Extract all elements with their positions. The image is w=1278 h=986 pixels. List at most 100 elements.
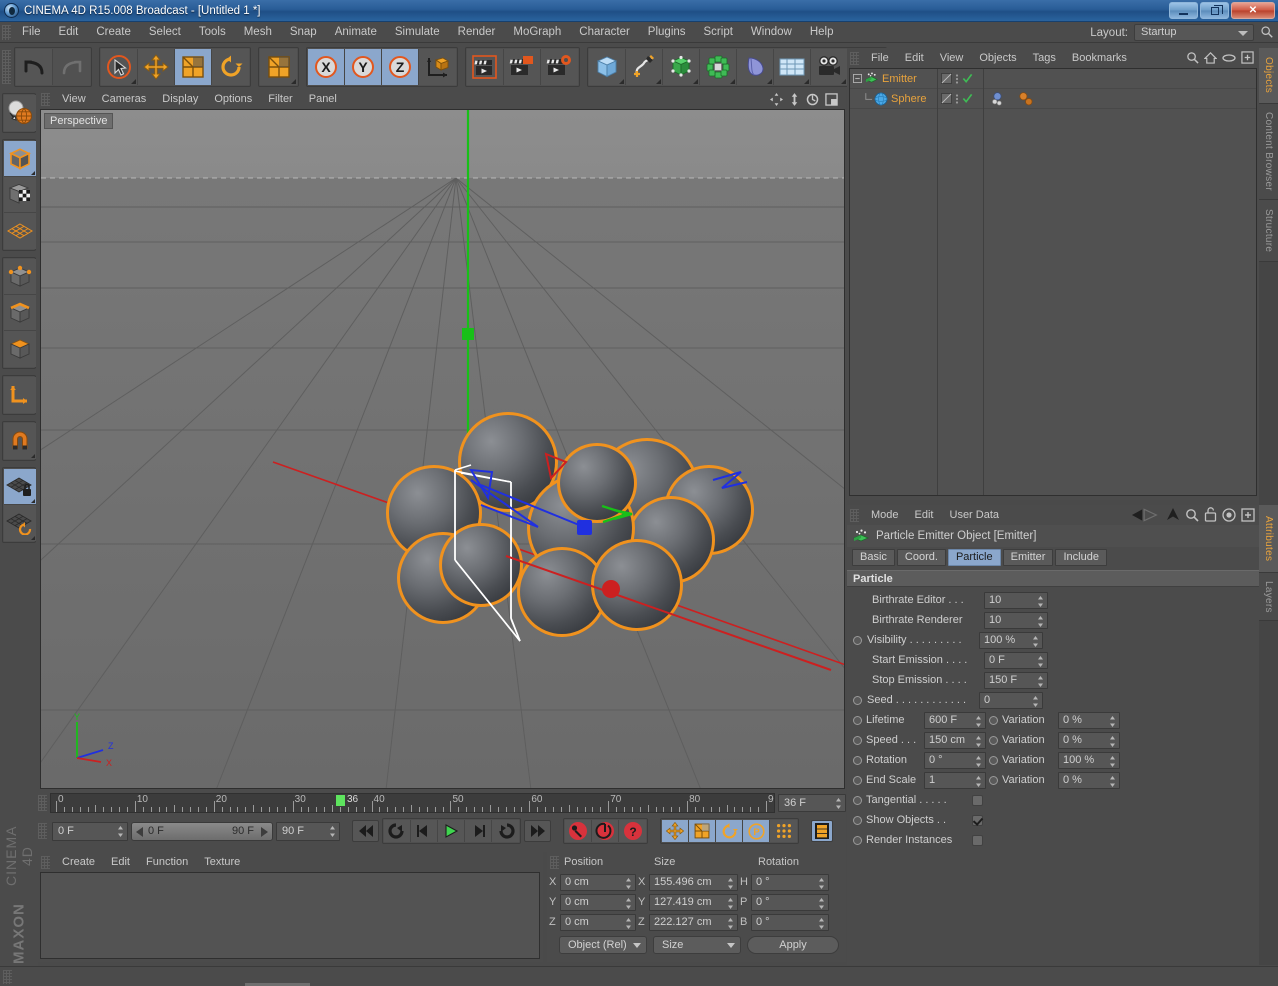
keyframe-dot-icon[interactable]: [853, 695, 862, 705]
layout-dropdown[interactable]: Startup: [1134, 24, 1254, 41]
back-arrow-icon[interactable]: [1131, 507, 1161, 522]
visibility-toggle-icon[interactable]: [941, 73, 952, 84]
move-tool[interactable]: [138, 48, 175, 85]
menu-window[interactable]: Window: [742, 22, 801, 43]
spinner-icon[interactable]: [1037, 615, 1044, 628]
spinner-icon[interactable]: [818, 897, 825, 910]
object-tag-area[interactable]: [984, 69, 1256, 495]
timeline-playhead[interactable]: [336, 795, 345, 806]
toolbar-grip[interactable]: [2, 49, 11, 84]
enabled-check-icon[interactable]: [962, 93, 973, 104]
spinner-icon[interactable]: [727, 877, 734, 890]
material-tag-icon[interactable]: [1018, 91, 1036, 107]
menu-script[interactable]: Script: [695, 22, 742, 43]
input-birthrate-renderer[interactable]: 10: [984, 611, 1048, 629]
spinner-icon[interactable]: [329, 825, 336, 838]
scale-key-toggle[interactable]: [689, 820, 716, 842]
coord-rot-b-field[interactable]: 0 °: [751, 913, 829, 931]
timeline-range-slider[interactable]: 0 F 90 F: [131, 821, 273, 841]
keyframe-selection-button[interactable]: ?: [619, 820, 646, 842]
spinner-icon[interactable]: [1109, 735, 1116, 748]
target-icon[interactable]: [1222, 507, 1236, 522]
make-editable-button[interactable]: [4, 95, 36, 131]
side-tab-objects[interactable]: Objects: [1259, 48, 1278, 104]
dots-vertical-icon[interactable]: [955, 93, 959, 105]
pan-icon[interactable]: [770, 93, 783, 106]
object-tags-sphere[interactable]: [938, 89, 983, 109]
viewport-canvas[interactable]: Perspective Y Z X: [40, 109, 845, 789]
keyframe-dot-icon[interactable]: [853, 775, 862, 785]
side-tab-attributes[interactable]: Attributes: [1259, 505, 1278, 573]
add-array-button[interactable]: [700, 48, 737, 85]
spinner-icon[interactable]: [1032, 695, 1039, 708]
spinner-icon[interactable]: [117, 825, 124, 838]
om-menu-view[interactable]: View: [932, 48, 972, 68]
menu-help[interactable]: Help: [801, 22, 843, 43]
range-left-arrow-icon[interactable]: [136, 826, 143, 837]
home-icon[interactable]: [1204, 51, 1217, 64]
spinner-icon[interactable]: [835, 797, 842, 810]
keyframe-dot-icon[interactable]: [853, 835, 862, 845]
coord-pos-z-field[interactable]: 0 cm: [560, 913, 636, 931]
points-mode-button[interactable]: [4, 259, 36, 295]
close-button[interactable]: ✕: [1231, 2, 1275, 19]
am-menu-edit[interactable]: Edit: [907, 505, 942, 525]
menu-edit[interactable]: Edit: [50, 22, 88, 43]
menu-create[interactable]: Create: [87, 22, 140, 43]
add-floor-button[interactable]: [774, 48, 811, 85]
coord-mode-dropdown[interactable]: Object (Rel): [559, 936, 647, 954]
spinner-icon[interactable]: [625, 897, 632, 910]
menu-mograph[interactable]: MoGraph: [504, 22, 570, 43]
object-row-sphere[interactable]: Sphere: [850, 89, 937, 109]
keyframe-dot-icon[interactable]: [853, 815, 862, 825]
checkbox-tangential[interactable]: [972, 794, 983, 806]
model-mode-button[interactable]: [4, 141, 36, 177]
om-menu-objects[interactable]: Objects: [971, 48, 1024, 68]
om-menu-file[interactable]: File: [863, 48, 897, 68]
spinner-icon[interactable]: [727, 897, 734, 910]
transport-grip[interactable]: [38, 823, 47, 839]
materials-grip[interactable]: [41, 855, 50, 869]
tab-emitter[interactable]: Emitter: [1002, 549, 1054, 566]
polygons-mode-button[interactable]: [4, 331, 36, 367]
axis-mode-button[interactable]: [4, 377, 36, 413]
menu-tools[interactable]: Tools: [190, 22, 235, 43]
menu-snap[interactable]: Snap: [281, 22, 326, 43]
input-lifetime-variation[interactable]: 0 %: [1058, 711, 1120, 729]
input-stop-emission[interactable]: 150 F: [984, 671, 1048, 689]
end-frame-field[interactable]: 90 F: [276, 821, 340, 841]
side-tab-layers[interactable]: Layers: [1259, 573, 1278, 621]
rotate-tool[interactable]: [212, 48, 249, 85]
am-menu-userdata[interactable]: User Data: [942, 505, 1008, 525]
input-lifetime[interactable]: 600 F: [924, 711, 986, 729]
visibility-toggle-icon[interactable]: [941, 93, 952, 104]
timeline-grip[interactable]: [38, 795, 47, 811]
input-rotation[interactable]: 0 °: [924, 751, 986, 769]
keyframe-dot-icon[interactable]: [853, 755, 862, 765]
coord-rot-h-field[interactable]: 0 °: [751, 873, 829, 891]
materials-menu-function[interactable]: Function: [138, 852, 196, 872]
texture-mode-button[interactable]: [4, 177, 36, 213]
go-to-end-button[interactable]: [524, 820, 551, 842]
rotation-key-toggle[interactable]: [716, 820, 743, 842]
spinner-icon[interactable]: [1109, 715, 1116, 728]
tab-basic[interactable]: Basic: [852, 549, 895, 566]
parameter-key-toggle[interactable]: P: [743, 820, 770, 842]
keyframe-dot-icon[interactable]: [853, 735, 862, 745]
materials-menu-texture[interactable]: Texture: [196, 852, 248, 872]
spinner-icon[interactable]: [1037, 675, 1044, 688]
search-icon[interactable]: [1186, 51, 1199, 64]
timeline-ruler[interactable]: 0 10 20 30 40 50 60 70 80 90 36: [50, 793, 775, 813]
restore-button[interactable]: [1200, 2, 1229, 19]
coord-size-z-field[interactable]: 222.127 cm: [649, 913, 738, 931]
spinner-icon[interactable]: [1109, 775, 1116, 788]
menu-mesh[interactable]: Mesh: [235, 22, 281, 43]
input-seed[interactable]: 0: [979, 691, 1043, 709]
range-right-arrow-icon[interactable]: [261, 826, 268, 837]
attribute-manager-grip[interactable]: [850, 508, 859, 522]
render-region-button[interactable]: [504, 48, 541, 85]
play-button[interactable]: [438, 820, 465, 842]
coord-pos-x-field[interactable]: 0 cm: [560, 873, 636, 891]
position-key-toggle[interactable]: [662, 820, 689, 842]
search-icon[interactable]: [1260, 25, 1274, 39]
